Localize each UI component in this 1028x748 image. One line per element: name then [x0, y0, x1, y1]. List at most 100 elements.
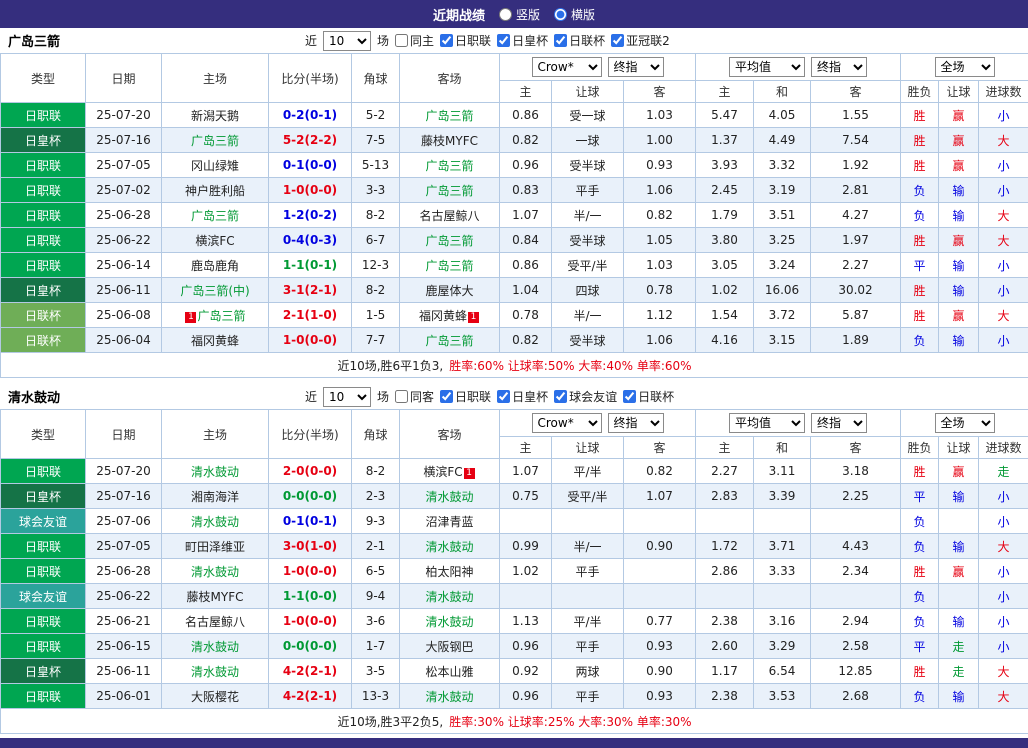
- odds-company-select[interactable]: Crow*: [532, 57, 602, 77]
- corner-cell: 7-5: [352, 128, 400, 153]
- handicap-result-cell: 赢: [939, 559, 979, 584]
- handicap-result-cell: 赢: [939, 153, 979, 178]
- league-filter-checkbox[interactable]: [554, 390, 567, 403]
- col-header-date: 日期: [86, 410, 162, 459]
- corner-cell: 3-5: [352, 659, 400, 684]
- handicap-away-odds: 0.90: [624, 659, 696, 684]
- league-filter-checkbox[interactable]: [440, 390, 453, 403]
- league-filter-checkbox[interactable]: [440, 34, 453, 47]
- match-row: 球会友谊25-06-22藤枝MYFC1-1(0-0)9-4清水鼓动负小: [1, 584, 1028, 609]
- avg-away-odds: 2.25: [811, 484, 901, 509]
- handicap-away-odds: 0.77: [624, 609, 696, 634]
- league-filter-checkbox[interactable]: [497, 34, 510, 47]
- handicap-away-odds: 1.06: [624, 328, 696, 353]
- average-select[interactable]: 平均值: [729, 57, 805, 77]
- match-type-cell: 球会友谊: [1, 509, 86, 534]
- league-filter-3[interactable]: 日联杯: [623, 388, 674, 405]
- home-team-cell: 大阪樱花: [162, 684, 269, 709]
- league-filter-3[interactable]: 亚冠联2: [611, 32, 670, 49]
- match-count-select[interactable]: 10: [323, 387, 371, 407]
- score-cell: 3-0(1-0): [269, 534, 352, 559]
- odds-company-select[interactable]: Crow*: [532, 413, 602, 433]
- home-team-cell: 广岛三箭(中): [162, 278, 269, 303]
- handicap-home-odds: 0.82: [500, 328, 552, 353]
- result-cell: 负: [901, 584, 939, 609]
- league-filter-1[interactable]: 日皇杯: [497, 388, 548, 405]
- handicap-line-cell: 受一球: [552, 103, 624, 128]
- league-filter-checkbox[interactable]: [554, 34, 567, 47]
- goals-result-cell: 大: [979, 203, 1028, 228]
- matches-table: 类型 日期 主场 比分(半场) 角球 客场 Crow* 终指 平均值 终指: [0, 409, 1028, 734]
- league-filter-label: 日联杯: [569, 32, 605, 49]
- avg-home-odds: 2.60: [696, 634, 754, 659]
- handicap-odds-controls: Crow* 终指: [500, 410, 696, 437]
- league-filter-1[interactable]: 日皇杯: [497, 32, 548, 49]
- final-odds-select[interactable]: 终指: [811, 57, 867, 77]
- handicap-line-cell: 平手: [552, 684, 624, 709]
- goals-result-cell: 小: [979, 609, 1028, 634]
- league-filter-checkbox[interactable]: [497, 390, 510, 403]
- corner-cell: 9-3: [352, 509, 400, 534]
- avg-home-odds: 1.79: [696, 203, 754, 228]
- handicap-line-cell: 受半球: [552, 153, 624, 178]
- handicap-result-cell: 走: [939, 659, 979, 684]
- corner-cell: 6-5: [352, 559, 400, 584]
- same-venue-filter[interactable]: 同主: [395, 32, 434, 49]
- away-team-cell: 福冈黄蜂1: [400, 303, 500, 328]
- match-count-select[interactable]: 10: [323, 31, 371, 51]
- match-type-cell: 日职联: [1, 609, 86, 634]
- page-title: 近期战绩: [433, 5, 485, 24]
- handicap-line-cell: [552, 509, 624, 534]
- final-odds-select[interactable]: 终指: [811, 413, 867, 433]
- avg-home-odds: [696, 584, 754, 609]
- match-type-cell: 日皇杯: [1, 278, 86, 303]
- full-match-select[interactable]: 全场: [935, 413, 995, 433]
- average-select[interactable]: 平均值: [729, 413, 805, 433]
- layout-radio-vertical[interactable]: 竖版: [499, 6, 540, 23]
- league-filter-checkbox[interactable]: [623, 390, 636, 403]
- goals-result-cell: 小: [979, 153, 1028, 178]
- home-team-cell: 新潟天鹅: [162, 103, 269, 128]
- final-odds-select[interactable]: 终指: [608, 57, 664, 77]
- same-venue-filter[interactable]: 同客: [395, 388, 434, 405]
- same-venue-checkbox[interactable]: [395, 390, 408, 403]
- team-name-text: 清水鼓动: [425, 540, 473, 554]
- team-name-text: 福冈黄蜂: [419, 309, 467, 323]
- league-filter-2[interactable]: 日联杯: [554, 32, 605, 49]
- away-team-cell: 柏太阳神: [400, 559, 500, 584]
- full-match-select[interactable]: 全场: [935, 57, 995, 77]
- home-team-cell: 藤枝MYFC: [162, 584, 269, 609]
- corner-cell: 5-2: [352, 103, 400, 128]
- league-filter-checkbox[interactable]: [611, 34, 624, 47]
- away-team-cell: 大阪钢巴: [400, 634, 500, 659]
- handicap-home-odds: 1.02: [500, 559, 552, 584]
- league-filter-0[interactable]: 日职联: [440, 32, 491, 49]
- match-row: 日职联25-06-22横滨FC0-4(0-3)6-7广岛三箭0.84受半球1.0…: [1, 228, 1028, 253]
- layout-radio-horizontal[interactable]: 横版: [554, 6, 595, 23]
- col-header-home: 主场: [162, 410, 269, 459]
- col-header-handicap: 让球: [939, 437, 979, 459]
- result-cell: 平: [901, 484, 939, 509]
- same-venue-checkbox[interactable]: [395, 34, 408, 47]
- goals-result-cell: 大: [979, 128, 1028, 153]
- final-odds-select[interactable]: 终指: [608, 413, 664, 433]
- avg-draw-odds: 3.32: [754, 153, 811, 178]
- league-filter-0[interactable]: 日职联: [440, 388, 491, 405]
- horizontal-radio-input[interactable]: [554, 8, 567, 21]
- match-type-cell: 日联杯: [1, 328, 86, 353]
- away-team-cell: 藤枝MYFC: [400, 128, 500, 153]
- vertical-radio-input[interactable]: [499, 8, 512, 21]
- goals-result-cell: 小: [979, 634, 1028, 659]
- result-cell: 平: [901, 253, 939, 278]
- league-filter-2[interactable]: 球会友谊: [554, 388, 617, 405]
- corner-cell: 3-6: [352, 609, 400, 634]
- avg-draw-odds: 3.11: [754, 459, 811, 484]
- match-row: 球会友谊25-07-06清水鼓动0-1(0-1)9-3沼津青蓝负小: [1, 509, 1028, 534]
- team-name-text: 松本山雅: [425, 665, 473, 679]
- team-name-text: 清水鼓动: [425, 590, 473, 604]
- result-cell: 负: [901, 203, 939, 228]
- red-card-badge: 1: [185, 312, 196, 323]
- match-type-cell: 球会友谊: [1, 584, 86, 609]
- avg-away-odds: 3.18: [811, 459, 901, 484]
- handicap-home-odds: 0.84: [500, 228, 552, 253]
